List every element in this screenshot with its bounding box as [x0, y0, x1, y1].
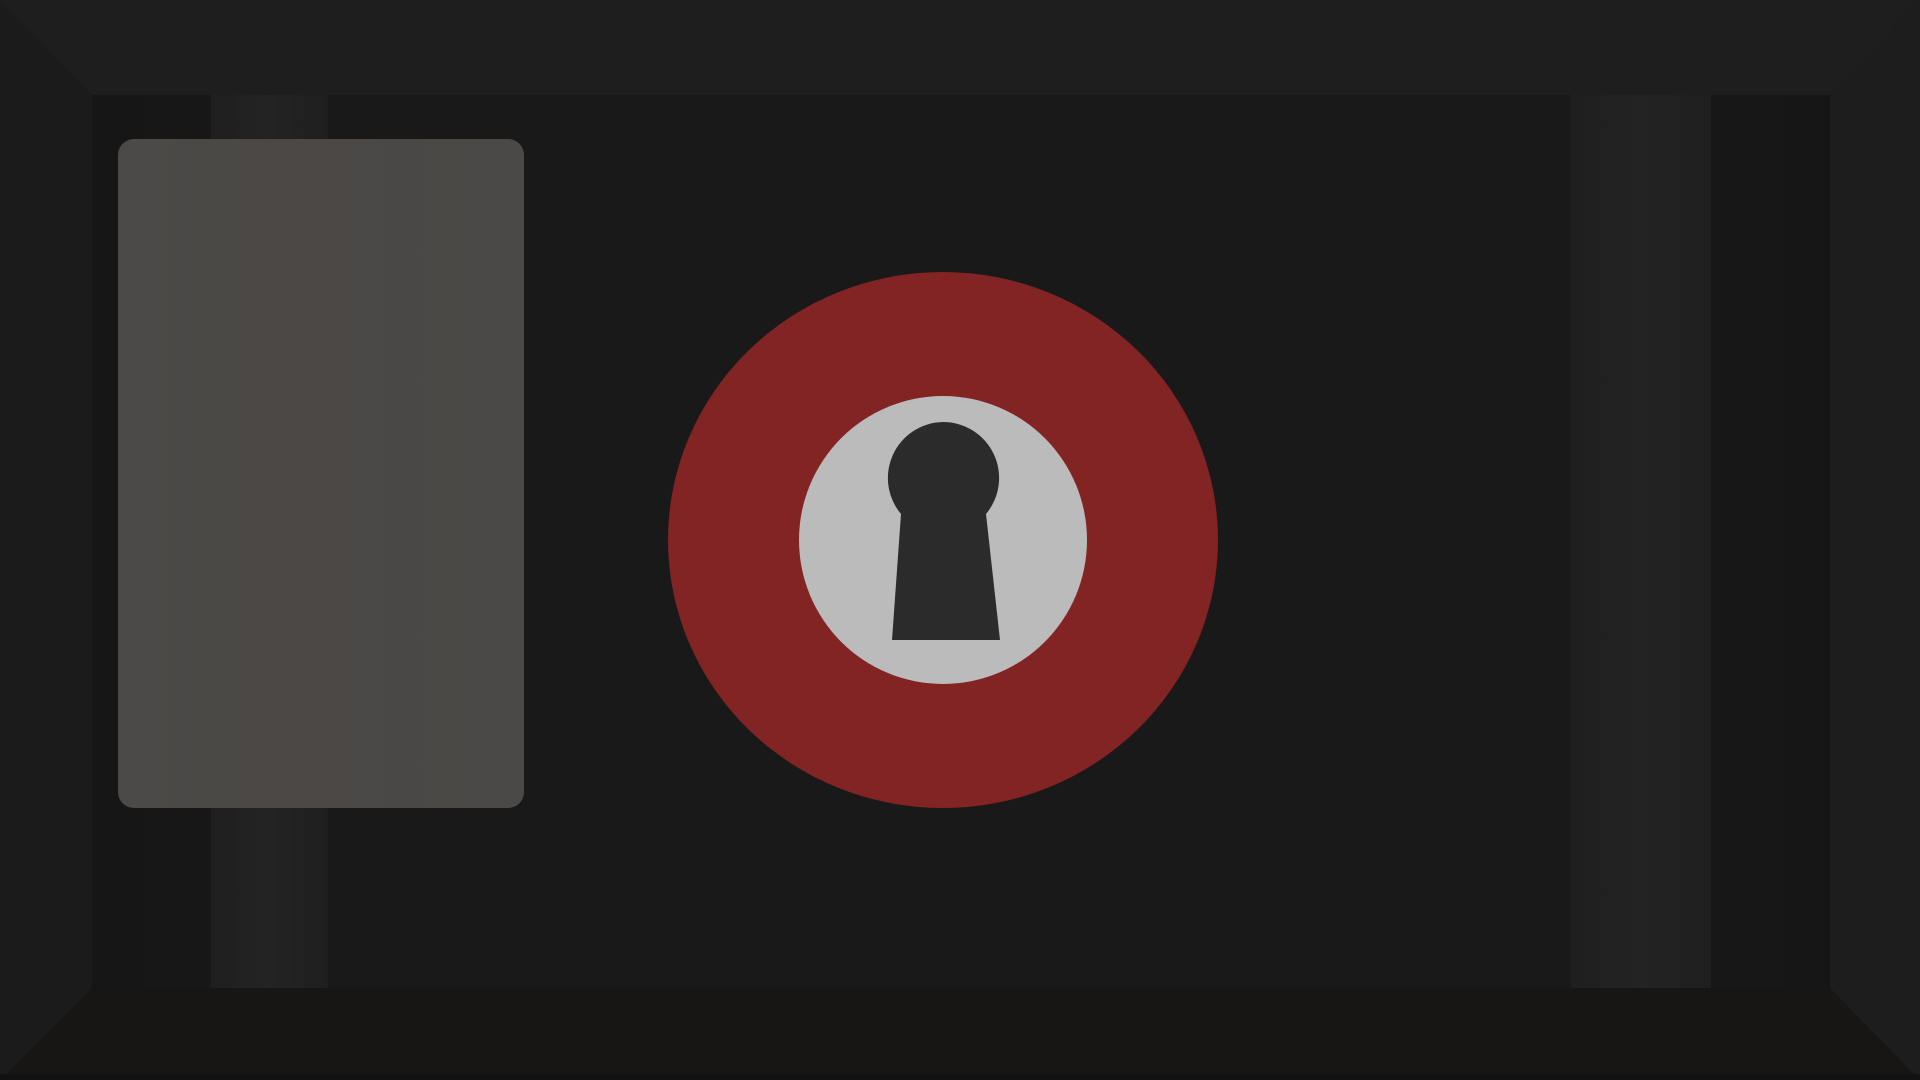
right-pillar — [1571, 95, 1711, 988]
frame-bottom — [0, 988, 1920, 1080]
keyhole-icon — [668, 272, 1218, 808]
side-panel[interactable] — [118, 139, 524, 808]
game-scene — [0, 0, 1920, 1080]
lock-button[interactable] — [668, 272, 1218, 808]
frame-right — [1830, 0, 1920, 1080]
frame-top — [0, 0, 1920, 95]
keyhole-shape — [887, 421, 1000, 640]
frame-left — [0, 0, 92, 1080]
frame-bottom-edge — [0, 1074, 1920, 1080]
